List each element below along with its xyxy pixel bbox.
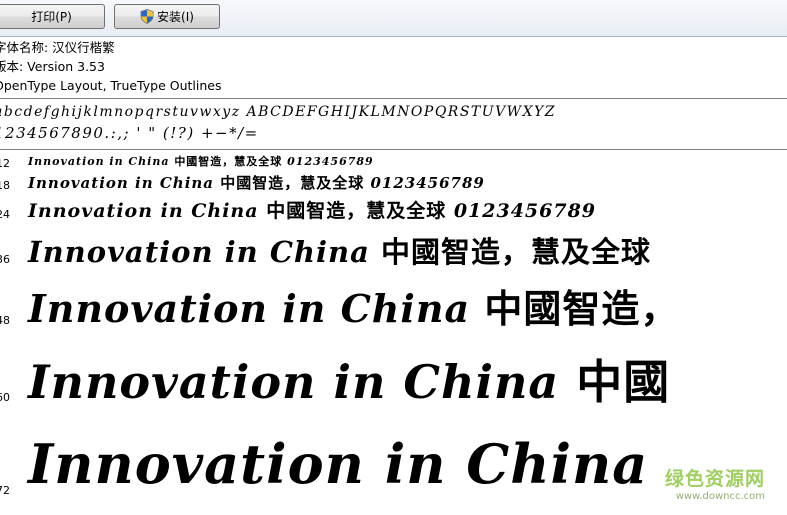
sample-cjk: 中國 — [576, 355, 671, 409]
font-name-label: 字体名称: 汉仪行楷繁 — [0, 40, 115, 55]
uac-shield-icon — [140, 9, 154, 24]
install-button[interactable]: 安装(I) — [114, 4, 220, 29]
size-label-18: 18 — [0, 179, 10, 192]
sample-latin: Innovation in China — [28, 155, 175, 168]
sample-latin: Innovation in China — [28, 235, 382, 269]
print-button[interactable]: 打印(P) — [0, 4, 105, 29]
sample-line-18: Innovation in China 中國智造，慧及全球 0123456789 — [28, 172, 485, 193]
sample-latin: Innovation in China — [28, 286, 485, 331]
sample-latin: Innovation in China — [28, 432, 649, 496]
size-label-60: 60 — [0, 391, 10, 404]
sample-line-24: Innovation in China 中國智造，慧及全球 0123456789 — [28, 196, 596, 223]
size-label-72: 72 — [0, 484, 10, 497]
sample-line-48: Innovation in China 中國智造， — [28, 278, 679, 333]
watermark-title: 绿色资源网 — [664, 468, 765, 490]
sample-latin: Innovation in China — [28, 355, 577, 409]
divider — [0, 149, 787, 150]
size-label-48: 48 — [0, 314, 10, 327]
sample-cjk: 中國智造，慧及全球 — [381, 235, 652, 269]
watermark: 绿色资源网 www.downcc.com — [665, 464, 765, 502]
sample-latin: Innovation in China — [28, 174, 221, 192]
size-label-24: 24 — [0, 208, 10, 221]
sample-line-12: Innovation in China 中國智造，慧及全球 0123456789 — [28, 153, 374, 169]
sample-line-72: Innovation in China — [28, 432, 648, 496]
font-version-label: 版本: Version 3.53 — [0, 59, 105, 74]
sample-line-60: Innovation in China 中國 — [28, 346, 670, 412]
charset-digits-punctuation: 1234567890.:,; ' " (!?) +−*/= — [0, 124, 259, 142]
sample-digits: 0123456789 — [446, 200, 597, 222]
size-label-12: 12 — [0, 157, 10, 170]
watermark-url: www.downcc.com — [675, 491, 765, 502]
print-button-label: 打印(P) — [31, 10, 72, 24]
charset-letters: abcdefghijklmnopqrstuvwxyz ABCDEFGHIJKLM… — [0, 104, 557, 120]
sample-cjk: 中國智造， — [484, 287, 680, 331]
install-button-label: 安装(I) — [157, 10, 194, 24]
divider — [0, 98, 787, 99]
sample-cjk: 中國智造，慧及全球 — [266, 200, 447, 222]
sample-digits: 0123456789 — [282, 155, 374, 168]
size-label-36: 36 — [0, 253, 10, 266]
sample-latin: Innovation in China — [28, 200, 267, 222]
toolbar: 打印(P) 安装(I) — [0, 0, 787, 37]
sample-digits: 0123456789 — [364, 174, 485, 192]
sample-cjk: 中國智造，慧及全球 — [220, 174, 365, 192]
font-type-label: OpenType Layout, TrueType Outlines — [0, 78, 222, 93]
sample-cjk: 中國智造，慧及全球 — [174, 155, 283, 168]
sample-line-36: Innovation in China 中國智造，慧及全球 — [28, 229, 651, 271]
